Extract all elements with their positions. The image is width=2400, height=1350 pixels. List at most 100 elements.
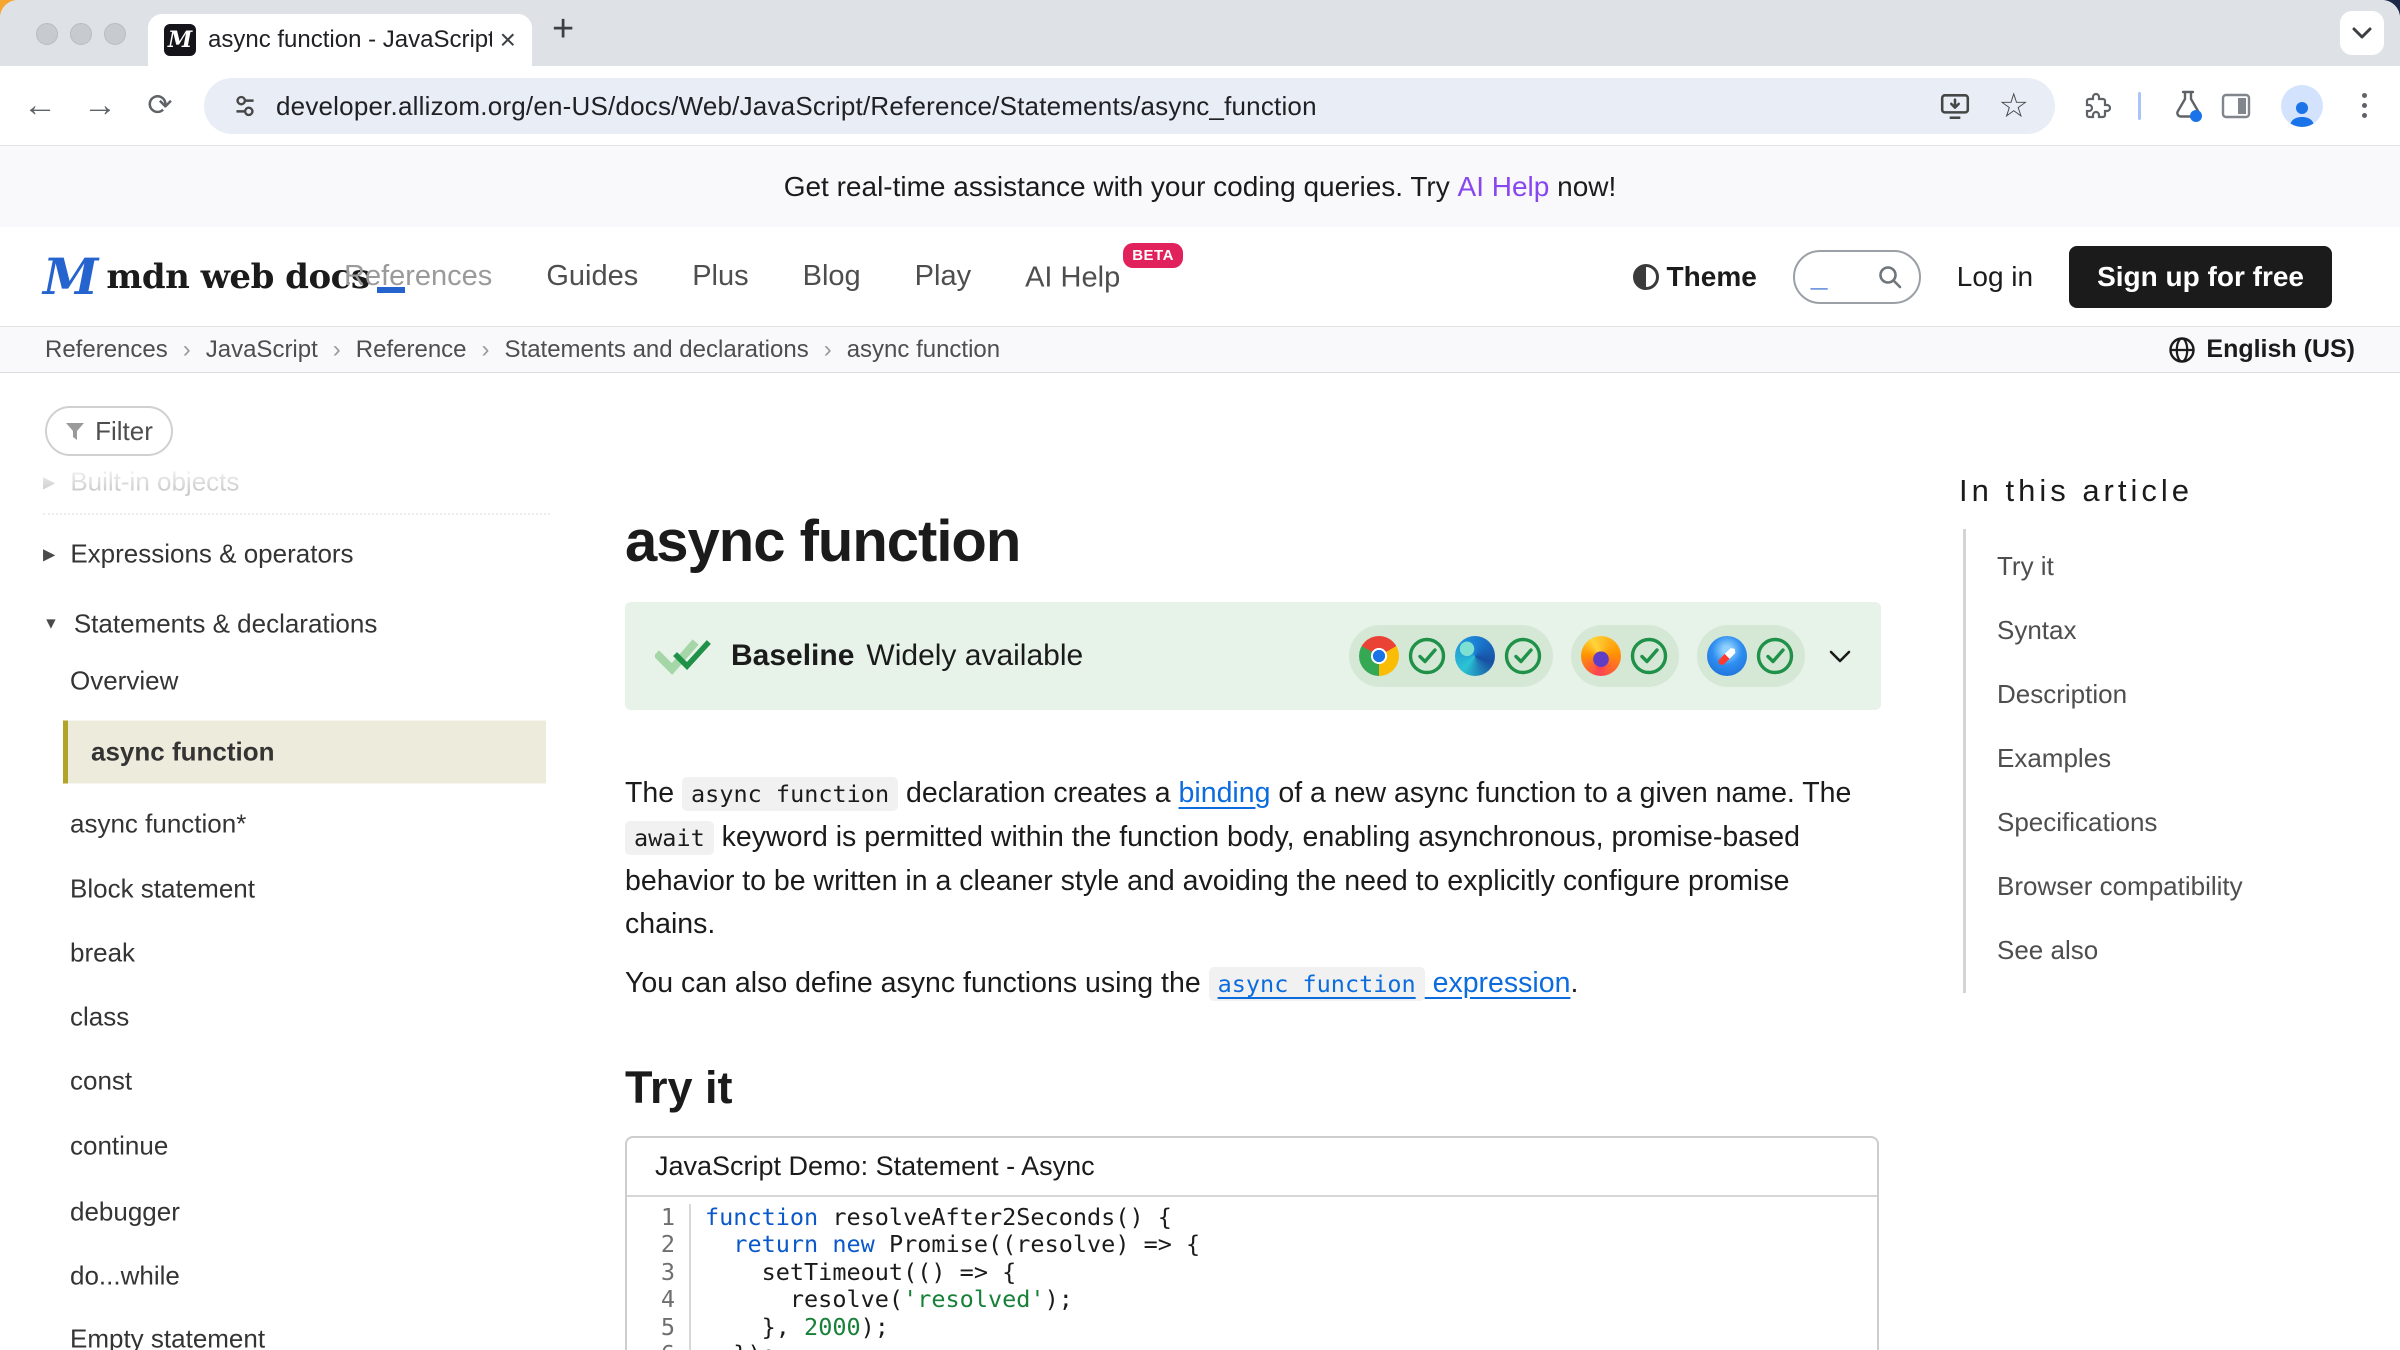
text-link-binding[interactable]: binding xyxy=(1179,777,1271,809)
site-settings-icon[interactable] xyxy=(230,91,260,121)
code-token: ); xyxy=(1045,1285,1073,1313)
signup-button[interactable]: Sign up for free xyxy=(2069,246,2332,308)
login-link[interactable]: Log in xyxy=(1957,261,2033,293)
theme-icon xyxy=(1633,264,1659,290)
tab-close-icon[interactable]: × xyxy=(500,26,516,54)
nav-guides[interactable]: Guides xyxy=(546,260,638,293)
site-header: M mdn web docs ReferencesGuidesPlusBlogP… xyxy=(0,227,2400,326)
sidebar-section-expressions-operators[interactable]: ▶Expressions & operators xyxy=(43,539,354,570)
breadcrumb-item-reference[interactable]: Reference xyxy=(356,336,467,364)
line-number: 6 xyxy=(627,1341,691,1350)
desktop-background: M async function - JavaScript | × + ← → … xyxy=(0,0,2400,1350)
side-panel-icon[interactable] xyxy=(2212,66,2260,145)
labs-flask-icon[interactable] xyxy=(2164,66,2212,145)
toc-item-description[interactable]: Description xyxy=(1997,679,2243,709)
sidebar: Filter ▶Built-in objects▶Expressions & o… xyxy=(43,373,560,1350)
nav-play[interactable]: Play xyxy=(915,260,971,293)
toc-item-see-also[interactable]: See also xyxy=(1997,935,2243,965)
close-window-button[interactable] xyxy=(36,23,58,45)
line-number: 5 xyxy=(627,1314,691,1341)
sidebar-item-break[interactable]: break xyxy=(43,938,135,969)
check-circle-icon xyxy=(1503,636,1543,676)
code-token xyxy=(818,1230,832,1258)
intro-paragraph: The async function declaration creates a… xyxy=(625,772,1877,946)
window-controls[interactable] xyxy=(36,23,126,45)
toc-item-try-it[interactable]: Try it xyxy=(1997,551,2243,581)
interactive-demo: JavaScript Demo: Statement - Async 1func… xyxy=(625,1136,1879,1350)
sidebar-item-async-function[interactable]: async function* xyxy=(43,809,246,840)
code-text: function resolveAfter2Seconds() { xyxy=(691,1204,1172,1231)
sidebar-item-block-statement[interactable]: Block statement xyxy=(43,874,255,905)
code-text: resolve('resolved'); xyxy=(691,1286,1073,1313)
breadcrumb-separator: › xyxy=(183,336,191,364)
code-text: return new Promise((resolve) => { xyxy=(691,1231,1200,1258)
minimize-window-button[interactable] xyxy=(70,23,92,45)
sidebar-item-debugger[interactable]: debugger xyxy=(43,1197,180,1228)
toc-item-specifications[interactable]: Specifications xyxy=(1997,807,2243,837)
safari-pill xyxy=(1697,625,1805,687)
tab-search-button[interactable] xyxy=(2340,11,2384,55)
page-title: async function xyxy=(625,508,1020,575)
sidebar-item-label: Empty statement xyxy=(70,1324,265,1350)
forward-button[interactable]: → xyxy=(74,66,126,145)
code-token: 'resolved' xyxy=(903,1285,1044,1313)
check-circle-icon xyxy=(1755,636,1795,676)
reload-button[interactable]: ⟳ xyxy=(134,66,186,145)
baseline-expand-chevron[interactable] xyxy=(1829,650,1851,663)
toc-item-syntax[interactable]: Syntax xyxy=(1997,615,2243,645)
back-button[interactable]: ← xyxy=(14,66,66,145)
sidebar-item-async-function[interactable]: async function xyxy=(63,721,546,784)
sidebar-item-label: debugger xyxy=(70,1197,180,1228)
new-tab-button[interactable]: + xyxy=(552,8,574,51)
code-editor[interactable]: 1function resolveAfter2Seconds() {2 retu… xyxy=(627,1197,1877,1350)
address-bar[interactable]: developer.allizom.org/en-US/docs/Web/Jav… xyxy=(204,78,2055,134)
sidebar-item-empty-statement[interactable]: Empty statement xyxy=(43,1324,265,1350)
breadcrumb-item-async-function[interactable]: async function xyxy=(847,336,1000,364)
baseline-banner: Baseline Widely available xyxy=(625,602,1881,710)
nav-blog[interactable]: Blog xyxy=(803,260,861,293)
search-icon xyxy=(1877,264,1903,290)
sidebar-section-statements-declarations[interactable]: ▼Statements & declarations xyxy=(43,609,377,640)
browser-tab[interactable]: M async function - JavaScript | × xyxy=(148,14,532,66)
text-link-expression[interactable]: expression xyxy=(1425,967,1571,999)
sidebar-fade xyxy=(43,456,560,492)
toc-item-browser-compatibility[interactable]: Browser compatibility xyxy=(1997,871,2243,901)
breadcrumb-item-statements-and-declarations[interactable]: Statements and declarations xyxy=(505,336,809,364)
profile-avatar[interactable] xyxy=(2278,66,2326,145)
sidebar-item-continue[interactable]: continue xyxy=(43,1131,168,1162)
nav-plus[interactable]: Plus xyxy=(692,260,748,293)
demo-title: JavaScript Demo: Statement - Async xyxy=(627,1138,1877,1197)
code-line: 4 resolve('resolved'); xyxy=(627,1286,1877,1313)
breadcrumb: References›JavaScript›Reference›Statemen… xyxy=(45,336,1000,364)
browser-tab-strip: M async function - JavaScript | × + xyxy=(0,0,2400,66)
toc-item-examples[interactable]: Examples xyxy=(1997,743,2243,773)
bookmark-star-icon[interactable]: ☆ xyxy=(1999,89,2029,123)
code-link-async-function[interactable]: async function xyxy=(1209,967,1425,1001)
sidebar-item-do-while[interactable]: do...while xyxy=(43,1261,180,1292)
sidebar-item-const[interactable]: const xyxy=(43,1066,132,1097)
language-switcher[interactable]: English (US) xyxy=(2168,335,2355,364)
code-token: 2000 xyxy=(804,1313,861,1341)
mdn-favicon: M xyxy=(164,24,196,56)
nav-references[interactable]: References xyxy=(344,260,492,293)
filter-button[interactable]: Filter xyxy=(45,406,173,456)
theme-toggle[interactable]: Theme xyxy=(1633,261,1757,293)
browser-menu-icon[interactable] xyxy=(2340,66,2388,145)
firefox-icon xyxy=(1581,636,1621,676)
nav-ai-help[interactable]: AI HelpBETA xyxy=(1025,259,1183,295)
breadcrumb-item-javascript[interactable]: JavaScript xyxy=(206,336,318,364)
promo-ai-help-link[interactable]: AI Help xyxy=(1458,171,1550,203)
sidebar-item-overview[interactable]: Overview xyxy=(43,666,178,697)
chrome-icon xyxy=(1359,636,1399,676)
content-area: Filter ▶Built-in objects▶Expressions & o… xyxy=(0,373,2400,1350)
search-input[interactable]: _ xyxy=(1793,250,1921,304)
code-line: 1function resolveAfter2Seconds() { xyxy=(627,1204,1877,1231)
sidebar-item-label: Block statement xyxy=(70,874,255,905)
sidebar-item-label: const xyxy=(70,1066,132,1097)
maximize-window-button[interactable] xyxy=(104,23,126,45)
breadcrumb-item-references[interactable]: References xyxy=(45,336,168,364)
sidebar-item-class[interactable]: class xyxy=(43,1002,129,1033)
browser-toolbar: ← → ⟳ developer.allizom.org/en-US/docs/W… xyxy=(0,66,2400,146)
install-icon[interactable] xyxy=(1939,91,1971,121)
extensions-icon[interactable] xyxy=(2072,66,2120,145)
